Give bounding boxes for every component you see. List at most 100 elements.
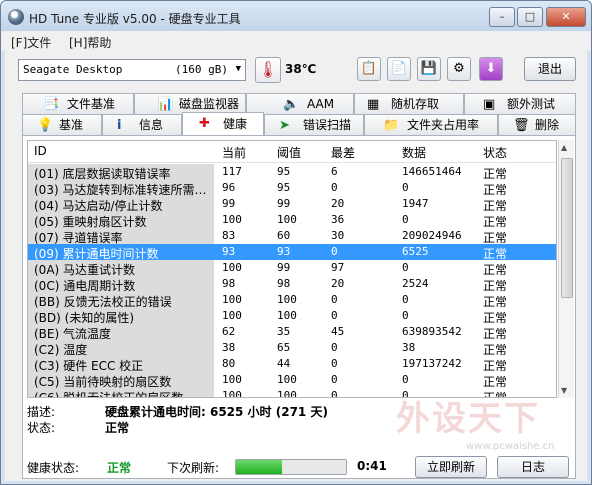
cell-worst: 0: [331, 357, 338, 370]
table-row[interactable]: (04) 马达启动/停止计数 99 99 20 1947 正常: [28, 196, 556, 213]
tab-error-scan[interactable]: ➤ 错误扫描: [264, 114, 364, 135]
col-id[interactable]: ID: [34, 144, 47, 158]
tab-info[interactable]: i 信息: [102, 114, 182, 135]
table-row[interactable]: (BD) (未知的属性) 100 100 0 0 正常: [28, 308, 556, 325]
exit-button[interactable]: 退出: [524, 57, 576, 81]
cell-threshold: 99: [277, 197, 291, 210]
table-scrollbar[interactable]: ▲ ▼: [558, 140, 574, 398]
cell-current: 100: [222, 309, 242, 322]
table-row[interactable]: (C2) 温度 38 65 0 38 正常: [28, 340, 556, 357]
tab-health[interactable]: ✚ 健康: [182, 112, 264, 135]
cell-worst: 30: [331, 229, 345, 242]
scroll-up-icon[interactable]: ▲: [561, 143, 567, 152]
cell-worst: 0: [331, 245, 338, 258]
tab-file-benchmark[interactable]: 📑 文件基准: [22, 93, 134, 114]
cell-current: 100: [222, 261, 242, 274]
tab-benchmark[interactable]: 💡 基准: [22, 114, 102, 135]
col-status[interactable]: 状态: [483, 144, 507, 161]
save-button[interactable]: 💾: [417, 57, 441, 81]
table-row[interactable]: (01) 底层数据读取错误率 117 95 6 146651464 正常: [28, 164, 556, 181]
tab-label: 基准: [59, 118, 84, 132]
table-row[interactable]: (05) 重映射扇区计数 100 100 36 0 正常: [28, 212, 556, 229]
drive-select[interactable]: Seagate Desktop (160 gB) ▼: [18, 59, 246, 81]
cell-threshold: 60: [277, 229, 291, 242]
tab-label: 磁盘监视器: [179, 97, 240, 111]
cell-data: 6525: [402, 245, 429, 258]
title-bar[interactable]: HD Tune 专业版 v5.00 - 硬盘专业工具 – □ ✕: [1, 1, 591, 31]
smart-table[interactable]: ID 当前 阈值 最差 数据 状态 (01) 底层数据读取错误率 117 95 6 14…: [27, 140, 557, 398]
extra-tests-icon: ▣: [483, 97, 496, 112]
scroll-down-icon[interactable]: ▼: [561, 386, 567, 395]
tab-disk-monitor[interactable]: 📊 磁盘监视器: [134, 93, 246, 114]
down-arrow-icon: ⬇: [485, 61, 497, 76]
cell-current: 83: [222, 229, 236, 242]
col-threshold[interactable]: 阈值: [277, 144, 301, 161]
table-row[interactable]: (C3) 硬件 ECC 校正 80 44 0 197137242 正常: [28, 356, 556, 373]
tab-random-access[interactable]: ▦ 随机存取: [354, 93, 464, 114]
table-row[interactable]: (07) 寻道错误率 83 60 30 209024946 正常: [28, 228, 556, 245]
cell-data: 209024946: [402, 229, 462, 242]
menu-file[interactable]: [F]文件: [11, 34, 51, 51]
tab-label: 错误扫描: [303, 118, 352, 132]
download-button[interactable]: ⬇: [479, 57, 503, 81]
table-row[interactable]: (03) 马达旋转到标准转速所需… 96 95 0 0 正常: [28, 180, 556, 197]
progress-fill: [236, 460, 283, 474]
scrollbar-thumb[interactable]: [561, 158, 573, 298]
cell-worst: 36: [331, 213, 345, 226]
copy-screenshot-button[interactable]: 📄: [387, 57, 411, 81]
refresh-now-button[interactable]: 立即刷新: [415, 456, 487, 478]
table-header: ID 当前 阈值 最差 数据 状态: [28, 141, 556, 163]
status-label: 状态:: [27, 421, 56, 435]
table-row[interactable]: (0A) 马达重试计数 100 99 97 0 正常: [28, 260, 556, 277]
bottom-bar: 健康状态: 正常 下次刷新: 0:41 立即刷新 日志: [27, 456, 573, 478]
tab-extra-tests[interactable]: ▣ 额外测试: [464, 93, 576, 114]
cell-current: 100: [222, 389, 242, 398]
cell-threshold: 95: [277, 165, 291, 178]
cell-threshold: 100: [277, 293, 297, 306]
tab-label: 删除: [535, 118, 560, 132]
chevron-down-icon: ▼: [235, 64, 241, 74]
col-current[interactable]: 当前: [222, 144, 246, 161]
col-data[interactable]: 数据: [402, 144, 426, 161]
cell-worst: 0: [331, 181, 338, 194]
close-button[interactable]: ✕: [546, 7, 586, 27]
copy-text-button[interactable]: 📋: [357, 57, 381, 81]
minimize-button[interactable]: –: [489, 7, 515, 27]
cell-threshold: 44: [277, 357, 291, 370]
drive-capacity: (160 gB): [175, 63, 228, 76]
cell-worst: 0: [331, 309, 338, 322]
tab-label: 文件夹占用率: [407, 118, 480, 132]
red-cross-icon: ✚: [199, 116, 210, 131]
cell-worst: 20: [331, 277, 345, 290]
menu-help[interactable]: [H]帮助: [69, 34, 111, 51]
cell-threshold: 93: [277, 245, 291, 258]
disk-monitor-icon: 📊: [157, 97, 174, 112]
table-row[interactable]: (C5) 当前待映射的扇区数 100 100 0 0 正常: [28, 372, 556, 389]
log-button[interactable]: 日志: [497, 456, 569, 478]
table-row[interactable]: (BE) 气流温度 62 35 45 639893542 正常: [28, 324, 556, 341]
cell-threshold: 100: [277, 309, 297, 322]
thermometer-icon[interactable]: 🌡: [255, 57, 281, 83]
tab-erase[interactable]: 🗑 删除: [498, 114, 576, 135]
cell-current: 38: [222, 341, 236, 354]
cell-data: 2524: [402, 277, 429, 290]
cell-current: 99: [222, 197, 236, 210]
options-button[interactable]: ⚙: [447, 57, 471, 81]
cell-id: (C6) 脱机无法校正的扇区数: [34, 391, 184, 398]
refresh-progress-bar: [235, 459, 347, 475]
cell-data: 197137242: [402, 357, 462, 370]
table-row[interactable]: (BB) 反馈无法校正的错误 100 100 0 0 正常: [28, 292, 556, 309]
table-row[interactable]: (09) 累计通电时间计数 93 93 0 6525 正常: [28, 244, 556, 261]
clipboard-icon: 📄: [390, 61, 408, 76]
health-status-label: 健康状态:: [27, 461, 80, 475]
cell-current: 100: [222, 213, 242, 226]
cell-worst: 0: [331, 341, 338, 354]
speaker-icon: 🔈: [283, 97, 300, 112]
temperature-value: 38℃: [285, 62, 317, 76]
tab-folder-usage[interactable]: 📁 文件夹占用率: [364, 114, 498, 135]
maximize-button[interactable]: □: [517, 7, 543, 27]
tab-aam[interactable]: 🔈 AAM: [246, 93, 354, 114]
col-worst[interactable]: 最差: [331, 144, 355, 161]
table-row[interactable]: (0C) 通电周期计数 98 98 20 2524 正常: [28, 276, 556, 293]
cell-current: 98: [222, 277, 236, 290]
